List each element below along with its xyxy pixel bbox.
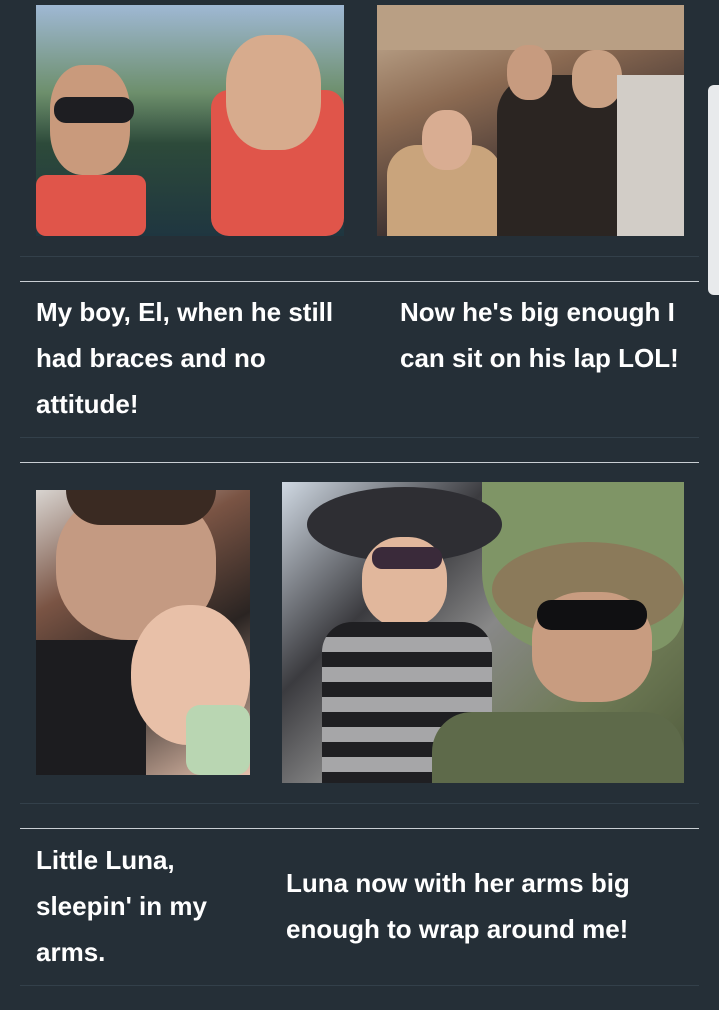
man-hair: [66, 490, 216, 525]
girl-sunglasses: [372, 547, 442, 569]
table-floor: [617, 75, 684, 236]
caption-el-braces: My boy, El, when he still had braces and…: [36, 297, 334, 419]
life-vest-left: [36, 175, 146, 236]
caption-luna-now: Luna now with her arms big enough to wra…: [286, 868, 630, 944]
man-camo-shirt: [432, 712, 684, 783]
divider-faint: [20, 803, 699, 804]
sunglasses: [54, 97, 134, 123]
divider-faint: [20, 985, 699, 986]
photo-lap[interactable]: [377, 5, 684, 236]
divider: [20, 281, 699, 282]
man-face-left: [507, 45, 552, 100]
pavilion-roof: [377, 5, 684, 50]
girl-face: [422, 110, 472, 170]
divider-faint: [20, 256, 699, 257]
photo-luna-now[interactable]: [282, 482, 684, 783]
photo-luna-sleeping[interactable]: [36, 490, 250, 775]
caption-lap: Now he's big enough I can sit on his lap…: [400, 297, 679, 373]
photo-el-braces[interactable]: [36, 5, 344, 236]
divider-faint: [20, 437, 699, 438]
divider: [20, 828, 699, 829]
scrollbar-thumb[interactable]: [708, 85, 719, 295]
baby-clothes: [186, 705, 250, 775]
man-shirt: [36, 640, 146, 775]
man-sunglasses: [537, 600, 647, 630]
face-right: [226, 35, 321, 150]
man-face-right: [572, 50, 622, 108]
caption-luna-sleeping: Little Luna, sleepin' in my arms.: [36, 845, 207, 967]
divider: [20, 462, 699, 463]
